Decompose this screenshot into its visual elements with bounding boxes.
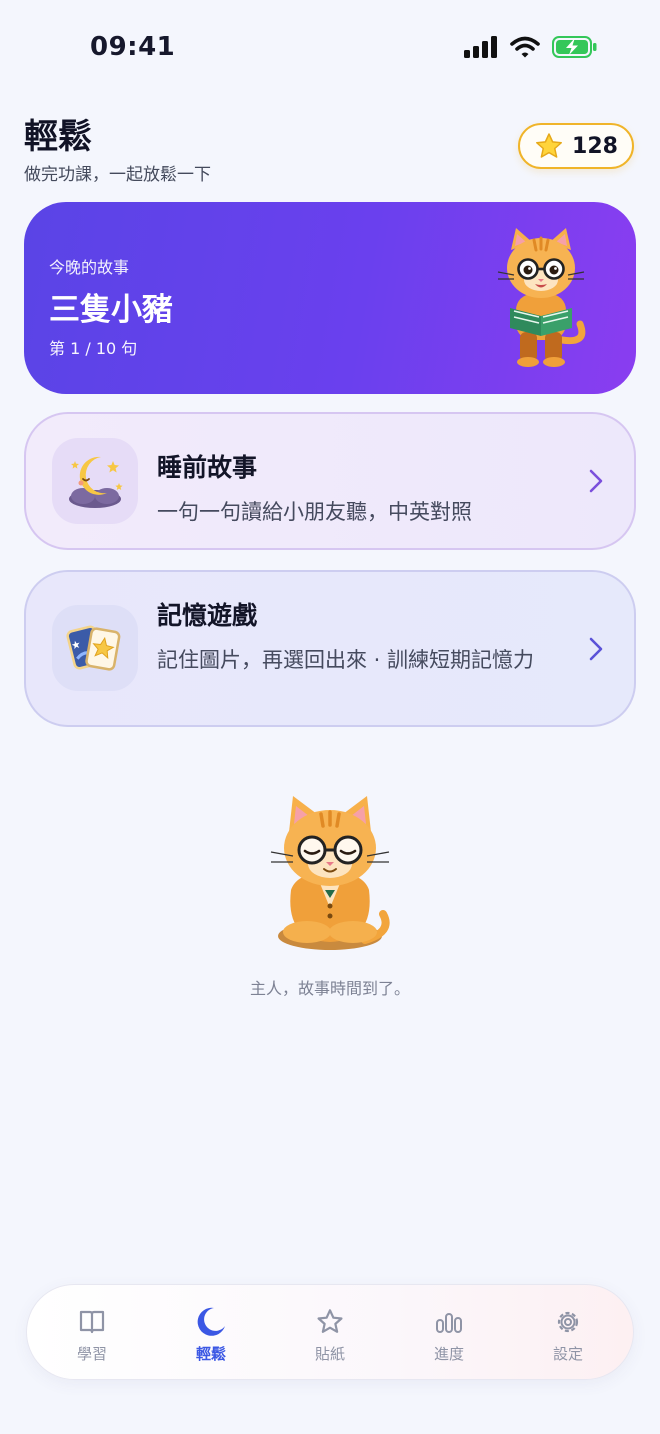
tab-progress[interactable]: 進度: [409, 1307, 489, 1364]
stars-count: 128: [572, 133, 618, 159]
activity-description: 一句一句讀給小朋友聽，中英對照: [157, 500, 472, 524]
wifi-icon: [510, 36, 540, 58]
tab-relax[interactable]: 輕鬆: [171, 1307, 251, 1364]
activity-icon-tile: [52, 605, 138, 691]
star-icon: [536, 132, 563, 158]
page-title: 輕鬆: [24, 117, 92, 157]
status-time: 09:41: [90, 32, 176, 62]
tab-label: 進度: [433, 1345, 464, 1363]
reading-cat-illustration: [497, 228, 586, 367]
page-subtitle: 做完功課，一起放鬆一下: [24, 165, 211, 185]
tab-label: 設定: [552, 1345, 583, 1363]
page-header: 輕鬆 做完功課，一起放鬆一下: [24, 118, 211, 185]
book-icon: [79, 1310, 105, 1334]
activity-title: 記憶遊戲: [157, 601, 258, 630]
memory-cards-icon: [66, 625, 121, 671]
meditating-cat-mascot: [270, 796, 390, 950]
activity-description: 記住圖片，再選回出來 · 訓練短期記憶力: [157, 648, 535, 672]
bar-chart-icon: [436, 1313, 462, 1333]
memory-game-card[interactable]: 記憶遊戲 記住圖片，再選回出來 · 訓練短期記憶力: [24, 570, 636, 727]
signal-icon: [464, 36, 497, 58]
tab-label: 貼紙: [314, 1345, 345, 1363]
moon-icon: [197, 1307, 225, 1336]
tab-stickers[interactable]: 貼紙: [290, 1307, 370, 1364]
activity-icon-tile: [52, 438, 138, 524]
chevron-right-icon: [589, 469, 603, 493]
chevron-right-icon: [589, 637, 603, 660]
mascot-caption: 主人，故事時間到了。: [249, 979, 410, 998]
star-outline-icon: [317, 1309, 343, 1333]
tonight-story-card[interactable]: 今晚的故事 三隻小豬 第 1 / 10 句: [24, 202, 636, 394]
bedtime-story-card[interactable]: 睡前故事 一句一句讀給小朋友聽，中英對照: [24, 412, 636, 550]
moon-icon: [69, 456, 123, 508]
stars-counter[interactable]: 128: [518, 123, 634, 169]
gear-icon: [557, 1311, 579, 1333]
bottom-tab-bar: 學習 輕鬆 貼紙 進度 設定: [26, 1284, 634, 1380]
tab-label: 學習: [76, 1345, 107, 1363]
status-bar: 09:41: [0, 0, 660, 96]
tab-settings[interactable]: 設定: [528, 1307, 608, 1364]
activity-title: 睡前故事: [157, 453, 258, 482]
tab-learn[interactable]: 學習: [52, 1307, 132, 1364]
tab-label: 輕鬆: [195, 1345, 226, 1363]
battery-icon: [552, 36, 597, 58]
